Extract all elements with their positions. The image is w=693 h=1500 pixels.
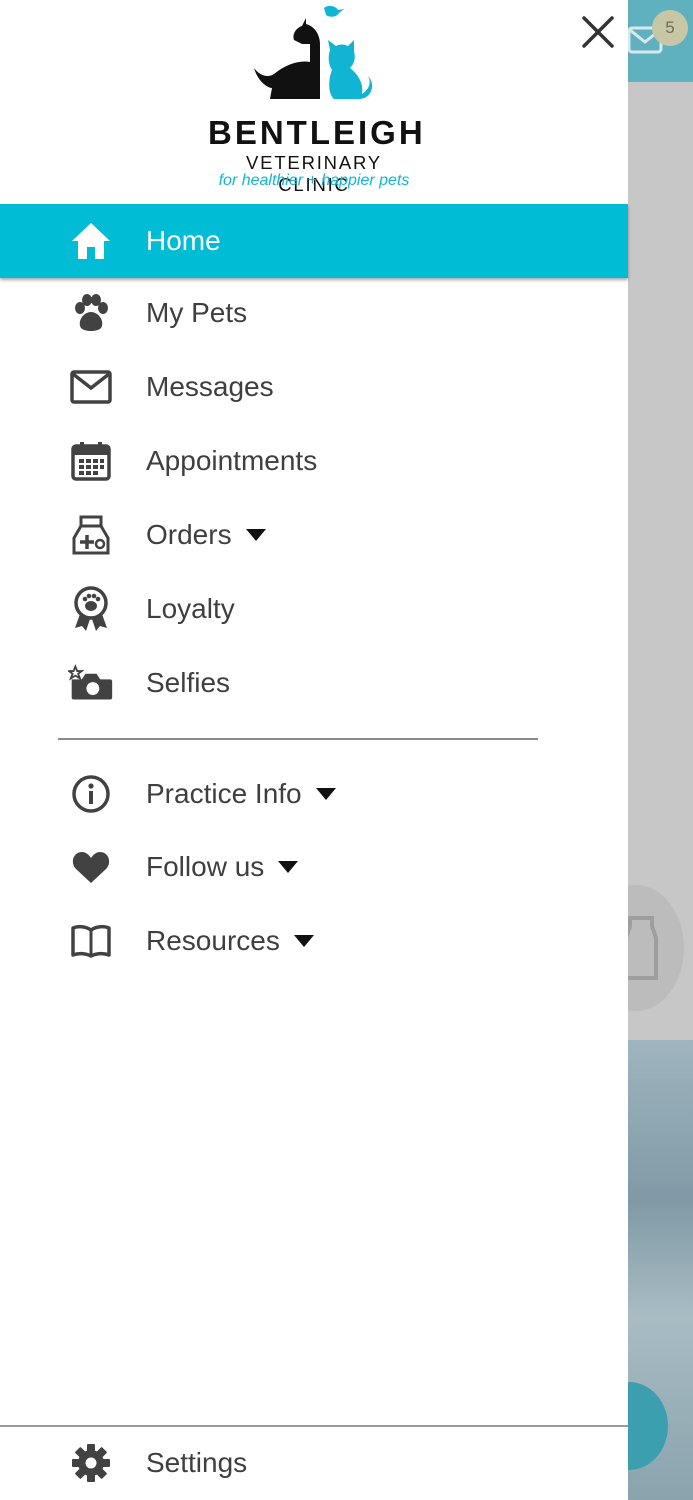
award-ribbon-icon bbox=[68, 586, 114, 632]
close-icon bbox=[582, 16, 614, 48]
chevron-down-icon bbox=[315, 788, 336, 800]
menu-item-label: My Pets bbox=[146, 297, 248, 328]
follow-us-label-text: Follow us bbox=[146, 851, 265, 882]
chevron-down-icon bbox=[245, 529, 266, 541]
menu-item-label: Practice Info bbox=[146, 778, 336, 810]
orders-label-text: Orders bbox=[146, 519, 232, 550]
menu-item-appointments[interactable]: Appointments bbox=[0, 424, 628, 498]
menu-item-label: Orders bbox=[146, 519, 266, 551]
logo-title: BENTLEIGH bbox=[208, 114, 426, 151]
menu-item-home[interactable]: Home bbox=[0, 204, 628, 278]
info-icon bbox=[68, 771, 114, 817]
menu-item-label: Selfies bbox=[146, 667, 231, 698]
menu-item-messages[interactable]: Messages bbox=[0, 350, 628, 424]
menu-item-label: Home bbox=[146, 225, 221, 256]
logo-tagline: for healthier + happier pets bbox=[218, 172, 410, 189]
close-button[interactable] bbox=[576, 12, 620, 52]
dog-cat-logo-icon bbox=[254, 5, 373, 99]
menu-item-practice-info[interactable]: Practice Info bbox=[0, 757, 628, 831]
menu-item-label: Loyalty bbox=[146, 593, 235, 624]
calendar-icon bbox=[68, 438, 114, 484]
gear-icon bbox=[68, 1440, 114, 1486]
chevron-down-icon bbox=[278, 861, 299, 873]
envelope-icon bbox=[68, 364, 114, 410]
menu-item-selfies[interactable]: Selfies bbox=[0, 646, 628, 720]
menu-divider bbox=[58, 738, 538, 740]
chevron-down-icon bbox=[293, 935, 314, 947]
menu-item-label: Appointments bbox=[146, 445, 318, 476]
pet-food-bag-icon bbox=[68, 512, 114, 558]
menu-item-settings[interactable]: Settings bbox=[0, 1426, 628, 1500]
jar-icon bbox=[624, 912, 658, 989]
paw-icon bbox=[68, 290, 114, 336]
menu-item-label: Messages bbox=[146, 371, 274, 402]
menu-item-follow-us[interactable]: Follow us bbox=[0, 830, 628, 904]
heart-icon bbox=[68, 844, 114, 890]
home-icon bbox=[68, 218, 114, 264]
navigation-drawer: BENTLEIGH VETERINARY CLINIC for healthie… bbox=[0, 0, 628, 1500]
menu-item-label: Follow us bbox=[146, 851, 299, 883]
menu-item-resources[interactable]: Resources bbox=[0, 904, 628, 978]
book-icon bbox=[68, 918, 114, 964]
camera-star-icon bbox=[68, 660, 114, 706]
menu-item-orders[interactable]: Orders bbox=[0, 498, 628, 572]
menu-item-my-pets[interactable]: My Pets bbox=[0, 276, 628, 350]
menu-item-label: Resources bbox=[146, 925, 314, 957]
resources-label-text: Resources bbox=[146, 925, 280, 956]
mail-badge: 5 bbox=[652, 10, 688, 46]
menu-item-loyalty[interactable]: Loyalty bbox=[0, 572, 628, 646]
clinic-logo: BENTLEIGH VETERINARY CLINIC for healthie… bbox=[208, 4, 426, 195]
practice-info-label-text: Practice Info bbox=[146, 778, 302, 809]
menu-item-label: Settings bbox=[146, 1447, 248, 1478]
